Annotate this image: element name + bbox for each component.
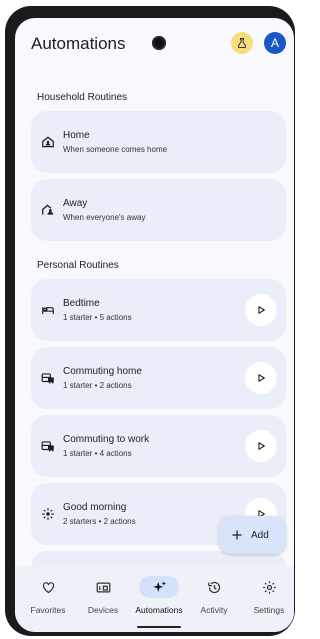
nav-label: Devices (87, 605, 119, 615)
bed-icon (42, 307, 54, 315)
routine-subtitle: When everyone's away (63, 213, 146, 222)
run-routine-button[interactable] (245, 294, 277, 326)
page-title: Automations (31, 34, 126, 53)
history-icon (207, 581, 220, 593)
sparkle-icon (152, 580, 166, 592)
flask-icon (237, 38, 247, 48)
sun-icon (42, 508, 54, 520)
nav-label: Activity (200, 605, 228, 615)
nav-label: Settings (253, 605, 285, 615)
run-routine-button[interactable] (245, 430, 277, 462)
gesture-bar (137, 626, 181, 628)
gear-icon (262, 580, 276, 594)
routine-title: Commuting to work (63, 434, 150, 445)
heart-icon (42, 581, 54, 593)
add-routine-button[interactable]: Add (219, 516, 286, 554)
plus-icon (232, 530, 242, 540)
routine-subtitle: When someone comes home (63, 145, 168, 154)
routine-card-commuting-to-work[interactable]: Commuting to work 1 starter • 4 actions (31, 415, 286, 477)
nav-favorites[interactable]: Favorites (20, 566, 76, 626)
routine-subtitle: 1 starter • 5 actions (63, 313, 132, 322)
routine-card-away[interactable]: Away When everyone's away (31, 179, 286, 241)
app-screen: Automations A Household Routines Home Wh… (15, 18, 294, 632)
play-icon (258, 306, 265, 314)
play-icon (258, 442, 265, 450)
nav-label: Favorites (30, 605, 66, 615)
run-routine-button[interactable] (245, 362, 277, 394)
routine-card-commuting-home[interactable]: Commuting home 1 starter • 2 actions (31, 347, 286, 409)
routine-title: Commuting home (63, 366, 142, 377)
home-person-icon (42, 136, 54, 148)
avatar[interactable]: A (264, 32, 286, 54)
section-title-household: Household Routines (37, 92, 128, 103)
away-person-icon (42, 204, 54, 215)
commute-icon (41, 441, 54, 452)
routine-card-bedtime[interactable]: Bedtime 1 starter • 5 actions (31, 279, 286, 341)
phone-frame: Automations A Household Routines Home Wh… (5, 6, 295, 636)
devices-icon (96, 582, 110, 592)
commute-icon (41, 373, 54, 384)
front-camera (152, 36, 166, 50)
add-label: Add (251, 529, 269, 541)
labs-button[interactable] (231, 32, 253, 54)
nav-devices[interactable]: Devices (75, 566, 131, 626)
play-icon (258, 374, 265, 382)
routine-subtitle: 2 starters • 2 actions (63, 517, 136, 526)
routine-title: Away (63, 198, 88, 209)
bottom-navigation: Favorites Devices Automations Activity S… (15, 566, 294, 632)
nav-settings[interactable]: Settings (241, 566, 294, 626)
routine-title: Good morning (63, 502, 127, 513)
nav-activity[interactable]: Activity (186, 566, 242, 626)
routine-card-home[interactable]: Home When someone comes home (31, 111, 286, 173)
section-title-personal: Personal Routines (37, 260, 119, 271)
routine-subtitle: 1 starter • 2 actions (63, 381, 132, 390)
nav-label: Automations (135, 605, 183, 615)
routine-title: Home (63, 130, 90, 141)
routine-title: Bedtime (63, 298, 100, 309)
nav-automations[interactable]: Automations (131, 566, 187, 626)
routine-subtitle: 1 starter • 4 actions (63, 449, 132, 458)
